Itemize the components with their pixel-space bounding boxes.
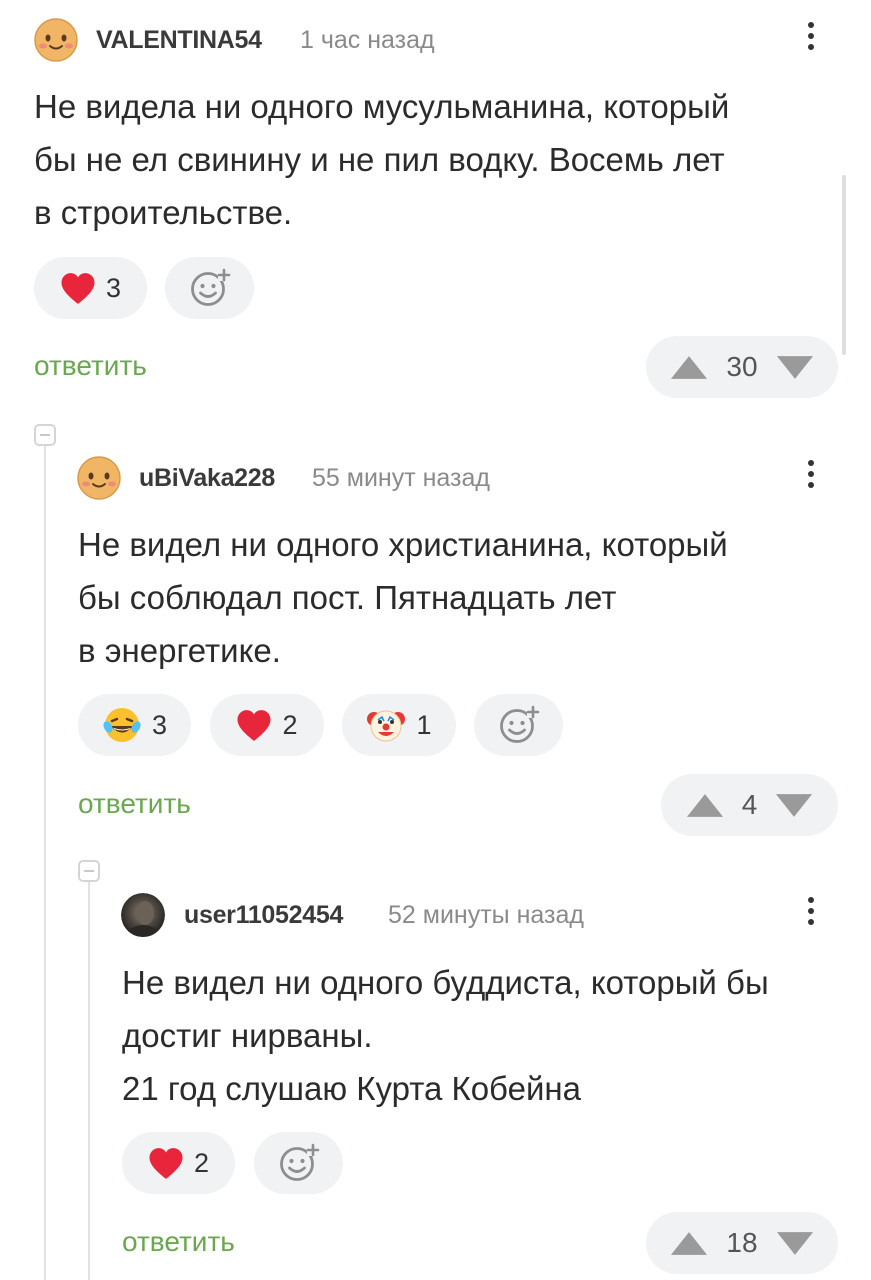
- comment-text-line: Не видел ни одного буддиста, который бы: [122, 964, 769, 1001]
- clown-emoji-icon: [367, 710, 406, 742]
- downvote-icon[interactable]: [776, 355, 814, 380]
- username[interactable]: VALENTINA54: [96, 26, 262, 55]
- downvote-icon[interactable]: [775, 793, 813, 818]
- comment-text-line: в энергетике.: [78, 632, 281, 669]
- laughing-tears-emoji-icon: [103, 708, 141, 742]
- rating-value: 30: [726, 351, 758, 382]
- reaction-heart[interactable]: 2: [122, 1132, 235, 1194]
- rating-widget: 4: [661, 774, 838, 836]
- avatar[interactable]: [121, 893, 165, 937]
- more-options-icon[interactable]: [806, 460, 816, 496]
- rating-value: 4: [741, 789, 758, 820]
- reaction-count: 1: [416, 709, 432, 740]
- rating-widget: 30: [646, 336, 838, 398]
- comment-text: Не видела ни одного мусульманина, которы…: [34, 80, 729, 239]
- reaction-heart[interactable]: 2: [210, 694, 324, 756]
- heart-icon: [236, 709, 272, 742]
- comment-text: Не видел ни одного буддиста, который бы …: [122, 956, 769, 1115]
- reaction-laughing[interactable]: 3: [78, 694, 191, 756]
- comment-text-line: достиг нирваны.: [122, 1017, 373, 1054]
- reply-link[interactable]: ответить: [34, 350, 147, 382]
- heart-icon: [60, 272, 96, 305]
- comment-text-line: 21 год слушаю Курта Кобейна: [122, 1070, 581, 1107]
- reply-link[interactable]: ответить: [122, 1226, 235, 1258]
- reaction-count: 3: [105, 272, 122, 303]
- timestamp: 52 минуты назад: [388, 901, 584, 929]
- thread-line[interactable]: [88, 870, 90, 1280]
- avatar[interactable]: [77, 456, 121, 500]
- add-reaction-icon: [497, 703, 541, 747]
- reply-link[interactable]: ответить: [78, 788, 191, 820]
- comment-text-line: Не видела ни одного мусульманина, которы…: [34, 88, 730, 125]
- more-options-icon[interactable]: [806, 22, 816, 58]
- reaction-count: 2: [193, 1147, 210, 1178]
- avatar[interactable]: [34, 18, 78, 62]
- timestamp: 1 час назад: [300, 26, 435, 54]
- upvote-icon[interactable]: [670, 355, 708, 380]
- scrollbar[interactable]: [842, 175, 846, 355]
- comment-text-line: бы соблюдал пост. Пятнадцать лет: [78, 579, 617, 616]
- add-reaction-icon: [188, 266, 232, 310]
- collapse-thread-icon[interactable]: [78, 860, 100, 882]
- username[interactable]: uBiVaka228: [139, 464, 275, 493]
- comment-text-line: в строительстве.: [34, 194, 293, 231]
- thread-line[interactable]: [44, 432, 46, 1280]
- more-options-icon[interactable]: [806, 897, 816, 933]
- comment-text-line: бы не ел свинину и не пил водку. Восемь …: [34, 141, 725, 178]
- collapse-thread-icon[interactable]: [34, 424, 56, 446]
- reaction-heart[interactable]: 3: [34, 257, 147, 319]
- add-reaction-button[interactable]: [474, 694, 563, 756]
- comment-text: Не видел ни одного христианина, который …: [78, 518, 728, 677]
- reaction-clown[interactable]: 1: [342, 694, 456, 756]
- username[interactable]: user11052454: [184, 901, 343, 930]
- heart-icon: [148, 1147, 184, 1180]
- downvote-icon[interactable]: [776, 1231, 814, 1256]
- timestamp: 55 минут назад: [312, 464, 490, 492]
- add-reaction-icon: [277, 1141, 321, 1185]
- upvote-icon[interactable]: [686, 793, 724, 818]
- add-reaction-button[interactable]: [254, 1132, 343, 1194]
- reaction-count: 3: [151, 709, 168, 740]
- rating-value: 18: [726, 1227, 758, 1258]
- rating-widget: 18: [646, 1212, 838, 1274]
- comment-text-line: Не видел ни одного христианина, который: [78, 526, 728, 563]
- add-reaction-button[interactable]: [165, 257, 254, 319]
- upvote-icon[interactable]: [670, 1231, 708, 1256]
- reaction-count: 2: [282, 709, 298, 740]
